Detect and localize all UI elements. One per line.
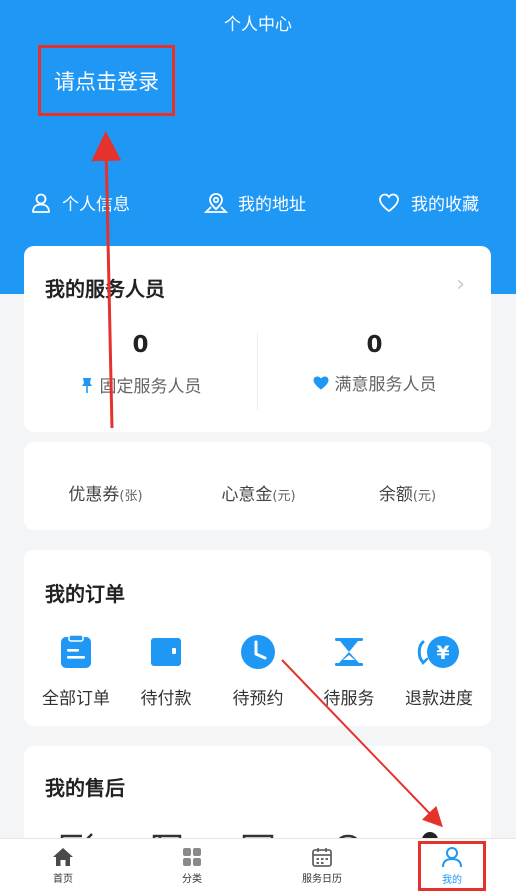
all-orders-label: 全部订单 bbox=[42, 689, 110, 709]
personal-info-label: 个人信息 bbox=[62, 195, 130, 215]
my-orders-title: 我的订单 bbox=[45, 582, 125, 606]
grid-icon bbox=[183, 848, 201, 866]
calendar-icon bbox=[312, 848, 332, 867]
map-pin-icon bbox=[204, 192, 228, 213]
my-address-label: 我的地址 bbox=[238, 195, 306, 215]
tab-home[interactable]: 首页 bbox=[13, 839, 113, 892]
coupons-unit: (张) bbox=[119, 489, 143, 504]
account-balance-label: 余额 bbox=[378, 485, 413, 505]
chevron-right-icon[interactable]: › bbox=[456, 272, 465, 297]
account-balance-item[interactable]: 余额(元) bbox=[330, 480, 485, 505]
pending-payment-button[interactable]: 待付款 bbox=[120, 634, 212, 709]
user-icon bbox=[442, 847, 462, 868]
pin-icon bbox=[81, 377, 92, 393]
fixed-staff[interactable]: 0 固定服务人员 bbox=[24, 332, 257, 397]
gift-money-item[interactable]: 心意金(元) bbox=[181, 480, 336, 505]
bottom-tab-bar: 首页 分类 服务日历 我的 bbox=[0, 838, 516, 892]
page-title: 个人中心 bbox=[224, 15, 292, 35]
tab-me-label: 我的 bbox=[442, 875, 462, 886]
satisfied-staff-count: 0 bbox=[366, 332, 383, 358]
quick-links: 个人信息 我的地址 我的收藏 bbox=[0, 190, 516, 220]
refund-yen-icon: ¥ bbox=[417, 636, 459, 668]
service-staff-card[interactable]: 我的服务人员 › 0 固定服务人员 0 满意服务人员 bbox=[24, 246, 491, 432]
heart-icon bbox=[379, 193, 399, 212]
login-label: 请点击登录 bbox=[54, 69, 159, 94]
my-address-link[interactable]: 我的地址 bbox=[204, 190, 306, 215]
fixed-staff-count: 0 bbox=[132, 332, 149, 358]
pending-service-label: 待服务 bbox=[323, 689, 375, 709]
user-icon bbox=[32, 193, 50, 213]
gift-money-label: 心意金 bbox=[221, 485, 273, 505]
pending-appointment-button[interactable]: 待预约 bbox=[212, 634, 304, 709]
satisfied-staff[interactable]: 0 满意服务人员 bbox=[258, 332, 491, 395]
balance-card: 优惠券(张) 心意金(元) 余额(元) bbox=[24, 442, 491, 530]
my-favorites-label: 我的收藏 bbox=[411, 195, 479, 215]
account-balance-unit: (元) bbox=[412, 489, 437, 504]
my-favorites-link[interactable]: 我的收藏 bbox=[377, 190, 479, 215]
tab-service-calendar-label: 服务日历 bbox=[302, 874, 342, 885]
svg-text:¥: ¥ bbox=[436, 642, 449, 664]
service-staff-title: 我的服务人员 bbox=[45, 277, 165, 301]
tab-category[interactable]: 分类 bbox=[142, 839, 242, 892]
hourglass-icon bbox=[335, 638, 363, 666]
tab-service-calendar[interactable]: 服务日历 bbox=[272, 839, 372, 892]
fixed-staff-label: 固定服务人员 bbox=[99, 377, 202, 397]
my-orders-card: 我的订单 全部订单 待付款 待预约 待服务 ¥ 退款进度 bbox=[24, 550, 491, 726]
pending-payment-label: 待付款 bbox=[140, 689, 192, 709]
all-orders-button[interactable]: 全部订单 bbox=[30, 634, 122, 709]
pending-appointment-label: 待预约 bbox=[232, 689, 284, 709]
coupons-item[interactable]: 优惠券(张) bbox=[28, 480, 183, 505]
login-button[interactable]: 请点击登录 bbox=[38, 45, 175, 116]
tab-home-label: 首页 bbox=[53, 874, 73, 885]
personal-info-link[interactable]: 个人信息 bbox=[30, 190, 130, 215]
satisfied-staff-label: 满意服务人员 bbox=[334, 375, 437, 395]
clipboard-icon bbox=[61, 635, 91, 668]
pending-service-button[interactable]: 待服务 bbox=[303, 634, 395, 709]
clock-icon bbox=[241, 635, 275, 669]
refund-progress-button[interactable]: ¥ 退款进度 bbox=[393, 634, 485, 709]
tab-me[interactable]: 我的 bbox=[418, 841, 486, 891]
coupons-label: 优惠券 bbox=[68, 485, 120, 505]
tab-category-label: 分类 bbox=[182, 874, 202, 885]
home-icon bbox=[53, 848, 73, 866]
heart-filled-icon bbox=[313, 376, 328, 389]
after-sale-title: 我的售后 bbox=[45, 776, 125, 800]
gift-money-unit: (元) bbox=[272, 489, 296, 504]
refund-progress-label: 退款进度 bbox=[405, 689, 473, 709]
wallet-icon bbox=[151, 638, 181, 666]
